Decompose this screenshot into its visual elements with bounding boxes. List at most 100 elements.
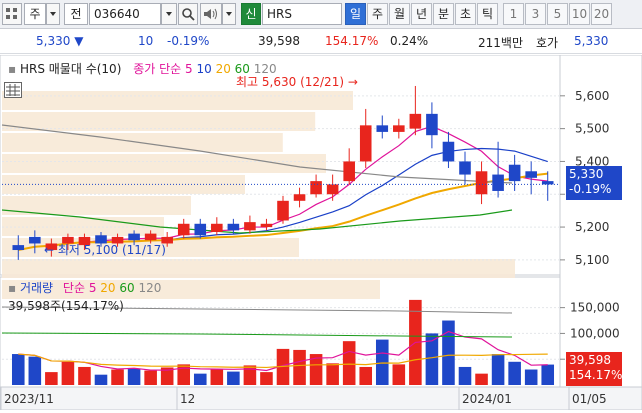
volume-axis-label: 100,000 (570, 326, 620, 340)
price-axis-label: 5,600 (575, 89, 609, 103)
date-label: 2024/01 (462, 392, 512, 406)
ask-label: 호가 (536, 36, 559, 50)
volume-bar (475, 373, 488, 385)
volume-bar (227, 371, 240, 385)
period-tab-1[interactable]: 주 (367, 3, 388, 25)
low-price-label: ← 최저 5,100 (11/17) (44, 243, 166, 257)
volume-bar (508, 361, 521, 385)
ask-price: 5,330 (574, 34, 609, 48)
volume-bar (342, 341, 356, 385)
volume-ma-period-120[interactable]: 120 (135, 281, 161, 295)
stock-code-input[interactable]: 036640 (89, 3, 161, 25)
grid-menu-icon[interactable] (2, 3, 22, 25)
period-tab-0[interactable]: 일 (345, 3, 366, 25)
chevron-down-icon[interactable] (46, 3, 60, 25)
candle-body (227, 223, 240, 231)
volume-bar (210, 369, 224, 385)
candle-body (409, 113, 422, 129)
candle-body (492, 174, 504, 191)
table-icon[interactable] (4, 82, 22, 98)
volume-bar (11, 354, 25, 385)
price-panel-title: HRS 매물대 수(10) (19, 62, 122, 76)
speaker-dropdown-icon[interactable] (222, 3, 236, 25)
candle-body (293, 194, 306, 201)
speaker-icon[interactable] (200, 3, 222, 25)
interval-button-5[interactable]: 5 (547, 3, 568, 25)
interval-button-3[interactable]: 3 (525, 3, 546, 25)
price-change-pct: -0.19% (167, 34, 210, 48)
last-volume-tag: 39,598 154.17% (566, 352, 622, 386)
candle-body (128, 233, 140, 241)
left-arrow-icon: ← (44, 243, 55, 257)
candle-body (326, 184, 339, 195)
ma-period-10[interactable]: 10 (193, 62, 211, 76)
volume-bar (45, 372, 58, 385)
volume-bar (524, 369, 538, 385)
candle-body (177, 223, 190, 236)
volume-bar (177, 364, 191, 385)
volume-bar (458, 366, 472, 385)
date-label: 12 (180, 392, 195, 406)
volume-bar (78, 366, 91, 385)
volume-ma-periods: 5 20 60 120 (89, 281, 162, 295)
price-axis-label: 5,500 (575, 122, 609, 136)
candle-body (376, 125, 389, 132)
interval-button-1[interactable]: 1 (503, 3, 524, 25)
candle-body (29, 236, 41, 244)
last-volume: 39,598 (569, 353, 611, 367)
date-label: 01/05 (572, 392, 607, 406)
market-select[interactable]: 전 (64, 3, 88, 25)
period-tab-6[interactable]: 틱 (477, 3, 498, 25)
period-tab-5[interactable]: 초 (455, 3, 476, 25)
search-icon[interactable] (178, 3, 198, 25)
last-volume-ratio: 154.17% (569, 368, 623, 382)
ma-period-5[interactable]: 5 (185, 62, 193, 76)
volume-bar (193, 373, 207, 385)
last-price-tag: 5,330 -0.19% (566, 166, 622, 200)
candle-body (244, 222, 256, 231)
trade-amount: 211백만 (478, 36, 523, 50)
volume-bar (94, 374, 108, 385)
period-tab-3[interactable]: 년 (411, 3, 432, 25)
volume-bar (392, 364, 406, 385)
price-axis-label: 5,100 (575, 253, 609, 267)
candle-body (359, 125, 372, 162)
volume-ma-period-60[interactable]: 60 (116, 281, 134, 295)
chart-area[interactable]: 5,1005,2005,3005,4005,5005,60050,000100,… (0, 54, 642, 411)
volume-bar (144, 370, 157, 385)
price-axis-label: 5,200 (575, 220, 609, 234)
period-tab-2[interactable]: 월 (389, 3, 410, 25)
candle-body (144, 233, 157, 241)
stock-name-field[interactable]: HRS (262, 3, 342, 25)
trade-volume: 39,598 (258, 34, 300, 48)
volume-ratio: 154.17% (325, 34, 379, 48)
volume-bar (28, 356, 42, 385)
interval-button-10[interactable]: 10 (569, 3, 590, 25)
volume-ma-period-20[interactable]: 20 (96, 281, 115, 295)
code-dropdown-chevron-icon[interactable] (161, 3, 177, 25)
volume-bar (260, 372, 273, 385)
legend-square-icon: ▪ (8, 281, 17, 295)
toolbar: 주 전 036640 신 HRS 일 주 월 년 분 초 틱 1 3 5 10 20 (0, 0, 642, 29)
candle-body (277, 200, 289, 221)
type-select[interactable]: 주 (24, 3, 46, 25)
candle-body (310, 181, 322, 195)
volume-bar (491, 354, 505, 385)
candle-body (194, 223, 207, 236)
volume-ma-label: 단순 (62, 281, 86, 295)
interval-button-20[interactable]: 20 (591, 3, 612, 25)
period-tab-4[interactable]: 분 (433, 3, 454, 25)
last-change: -0.19% (569, 182, 612, 196)
quote-bar: 5,330 ▼ 10 -0.19% 39,598 154.17% 0.24% 2… (0, 30, 642, 54)
volume-bar (375, 339, 389, 385)
price-volume-chart[interactable]: 5,1005,2005,3005,4005,5005,60050,000100,… (0, 54, 642, 411)
ma-period-20[interactable]: 20 (212, 62, 231, 76)
signal-badge[interactable]: 신 (241, 3, 261, 25)
candle-body (508, 164, 521, 182)
candle-body (211, 223, 223, 232)
volume-bar (541, 364, 555, 385)
volume-bar (326, 363, 339, 385)
candle-body (393, 125, 405, 132)
volume-bar (442, 320, 455, 385)
candle-body (459, 161, 471, 175)
